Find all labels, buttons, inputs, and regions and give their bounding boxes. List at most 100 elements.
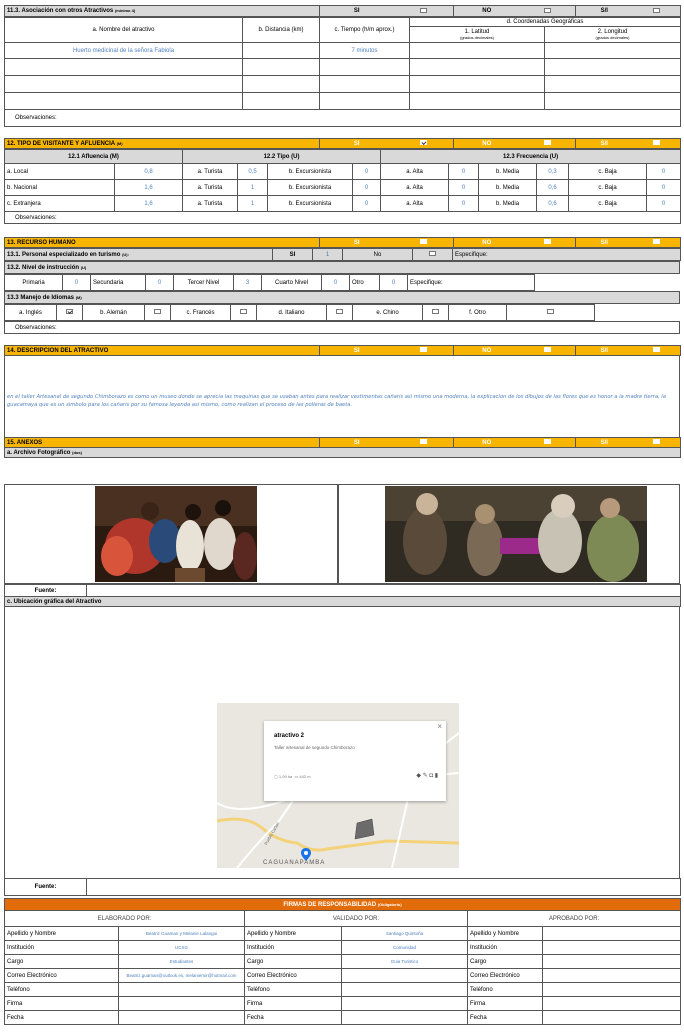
atractivo-row3-lon[interactable] <box>544 75 681 93</box>
si-no-checkbox[interactable] <box>652 140 660 146</box>
aprobado-field-value[interactable] <box>541 1010 682 1025</box>
atractivo-row3-name[interactable] <box>4 75 243 93</box>
photo-dance-image[interactable] <box>95 486 257 582</box>
elaborado-field-value[interactable] <box>118 996 245 1011</box>
atractivo-row4-lat[interactable] <box>409 92 545 110</box>
afluencia-value[interactable]: 0,8 <box>113 163 184 180</box>
media-value[interactable]: 0,6 <box>536 195 570 212</box>
si-no-checkbox[interactable] <box>652 439 660 445</box>
aprobado-field-value[interactable] <box>541 954 682 969</box>
secundaria-value[interactable]: 0 <box>145 274 174 291</box>
atractivo-row2-name[interactable] <box>4 58 243 76</box>
nivel-especifique[interactable]: Especifique: <box>407 274 535 291</box>
aprobado-field-value[interactable] <box>541 926 682 941</box>
atractivo-row4-time[interactable] <box>319 92 410 110</box>
si-no-checkbox[interactable] <box>652 347 660 353</box>
baja-value[interactable]: 0 <box>646 195 682 212</box>
excursionista-value[interactable]: 0 <box>352 195 382 212</box>
fuente-value-1[interactable] <box>86 584 681 597</box>
italiano-checkbox[interactable] <box>336 309 343 315</box>
alta-value[interactable]: 0 <box>448 163 480 180</box>
close-icon[interactable]: × <box>437 722 442 731</box>
edit-pencil-icon[interactable]: ✎ <box>423 773 428 779</box>
description-box[interactable]: en el taller Artesanal de segundo Chimbo… <box>4 355 680 437</box>
atractivo-row3-time[interactable] <box>319 75 410 93</box>
si-checkbox-checked[interactable] <box>419 140 427 146</box>
aprobado-field-value[interactable] <box>541 940 682 955</box>
chino-checkbox[interactable] <box>432 309 439 315</box>
otro-nivel-value[interactable]: 0 <box>379 274 408 291</box>
no-checkbox[interactable] <box>543 239 551 245</box>
atractivo-row3-dist[interactable] <box>242 75 320 93</box>
atractivo-row1-dist[interactable] <box>242 42 320 59</box>
aprobado-field-value[interactable] <box>541 982 682 997</box>
no-checkbox[interactable] <box>543 347 551 353</box>
atractivo-row4-dist[interactable] <box>242 92 320 110</box>
cuarto-nivel-value[interactable]: 0 <box>321 274 350 291</box>
camera-icon[interactable]: ◘ <box>429 773 433 779</box>
validado-field-value[interactable] <box>341 996 468 1011</box>
primaria-value[interactable]: 0 <box>62 274 91 291</box>
atractivo-row1-lat[interactable] <box>409 42 545 59</box>
si-checkbox[interactable] <box>419 7 427 13</box>
media-value[interactable]: 0,6 <box>536 179 570 196</box>
atractivo-row4-name[interactable] <box>4 92 243 110</box>
personal-si-value[interactable]: 1 <box>312 248 343 261</box>
validado-field-value[interactable] <box>341 1010 468 1025</box>
excursionista-value[interactable]: 0 <box>352 179 382 196</box>
alta-value[interactable]: 0 <box>448 179 480 196</box>
personal-no-checkbox[interactable] <box>429 251 436 257</box>
si-checkbox[interactable] <box>419 239 427 245</box>
elaborado-field-value[interactable]: Beatriz Guaman y Melanie Lalangui <box>118 926 245 941</box>
elaborado-field-value[interactable]: Beatriz.guaman@outlook.es, melaniemir@ho… <box>118 968 245 983</box>
personal-especifique[interactable]: Especifique: <box>452 248 681 261</box>
atractivo-row2-lon[interactable] <box>544 58 681 76</box>
elaborado-field-value[interactable]: Estudiantes <box>118 954 245 969</box>
atractivo-row2-lat[interactable] <box>409 58 545 76</box>
no-checkbox[interactable] <box>543 439 551 445</box>
aprobado-field-value[interactable] <box>541 968 682 983</box>
atractivo-row2-dist[interactable] <box>242 58 320 76</box>
no-checkbox[interactable] <box>543 140 551 146</box>
turista-value[interactable]: 1 <box>237 195 269 212</box>
media-value[interactable]: 0,3 <box>536 163 570 180</box>
baja-value[interactable]: 0 <box>646 163 682 180</box>
aleman-checkbox[interactable] <box>154 309 161 315</box>
turista-value[interactable]: 0,5 <box>237 163 269 180</box>
validado-field-value[interactable]: Santiago Quintuña <box>341 926 468 941</box>
atractivo-row1-name[interactable]: Huerto medicinal de la señora Fabiola <box>4 42 243 59</box>
atractivo-row1-time[interactable]: 7 minutos <box>319 42 410 59</box>
no-checkbox[interactable] <box>543 7 551 13</box>
alta-value[interactable]: 0 <box>448 195 480 212</box>
validado-field-value[interactable] <box>341 968 468 983</box>
paint-bucket-icon[interactable]: ◆ <box>416 773 421 779</box>
otro-idioma-checkbox[interactable] <box>547 309 554 315</box>
photo-people-image[interactable] <box>385 486 647 582</box>
tercer-nivel-value[interactable]: 3 <box>233 274 262 291</box>
validado-field-value[interactable]: Guia Turistico <box>341 954 468 969</box>
elaborado-field-value[interactable] <box>118 1010 245 1025</box>
validado-field-value[interactable]: Comunidad <box>341 940 468 955</box>
validado-field-value[interactable] <box>341 982 468 997</box>
atractivo-row4-lon[interactable] <box>544 92 681 110</box>
baja-value[interactable]: 0 <box>646 179 682 196</box>
trash-icon[interactable]: ▮ <box>435 773 438 779</box>
atractivo-row1-lon[interactable] <box>544 42 681 59</box>
turista-value[interactable]: 1 <box>237 179 269 196</box>
afluencia-value[interactable]: 1,6 <box>113 195 184 212</box>
frances-checkbox[interactable] <box>240 309 247 315</box>
si-checkbox[interactable] <box>419 439 427 445</box>
fuente-value-2[interactable] <box>86 878 681 896</box>
atractivo-row3-lat[interactable] <box>409 75 545 93</box>
map-view[interactable]: Pueblo Cañari CAGUANAPAMBA × atractivo 2… <box>217 703 459 868</box>
aprobado-field-value[interactable] <box>541 996 682 1011</box>
elaborado-field-value[interactable]: UCSG <box>118 940 245 955</box>
elaborado-field-value[interactable] <box>118 982 245 997</box>
excursionista-value[interactable]: 0 <box>352 163 382 180</box>
si-no-checkbox[interactable] <box>652 7 660 13</box>
si-checkbox[interactable] <box>419 347 427 353</box>
ingles-checkbox-checked[interactable] <box>66 309 73 315</box>
atractivo-row2-time[interactable] <box>319 58 410 76</box>
afluencia-value[interactable]: 1,6 <box>113 179 184 196</box>
si-no-checkbox[interactable] <box>652 239 660 245</box>
